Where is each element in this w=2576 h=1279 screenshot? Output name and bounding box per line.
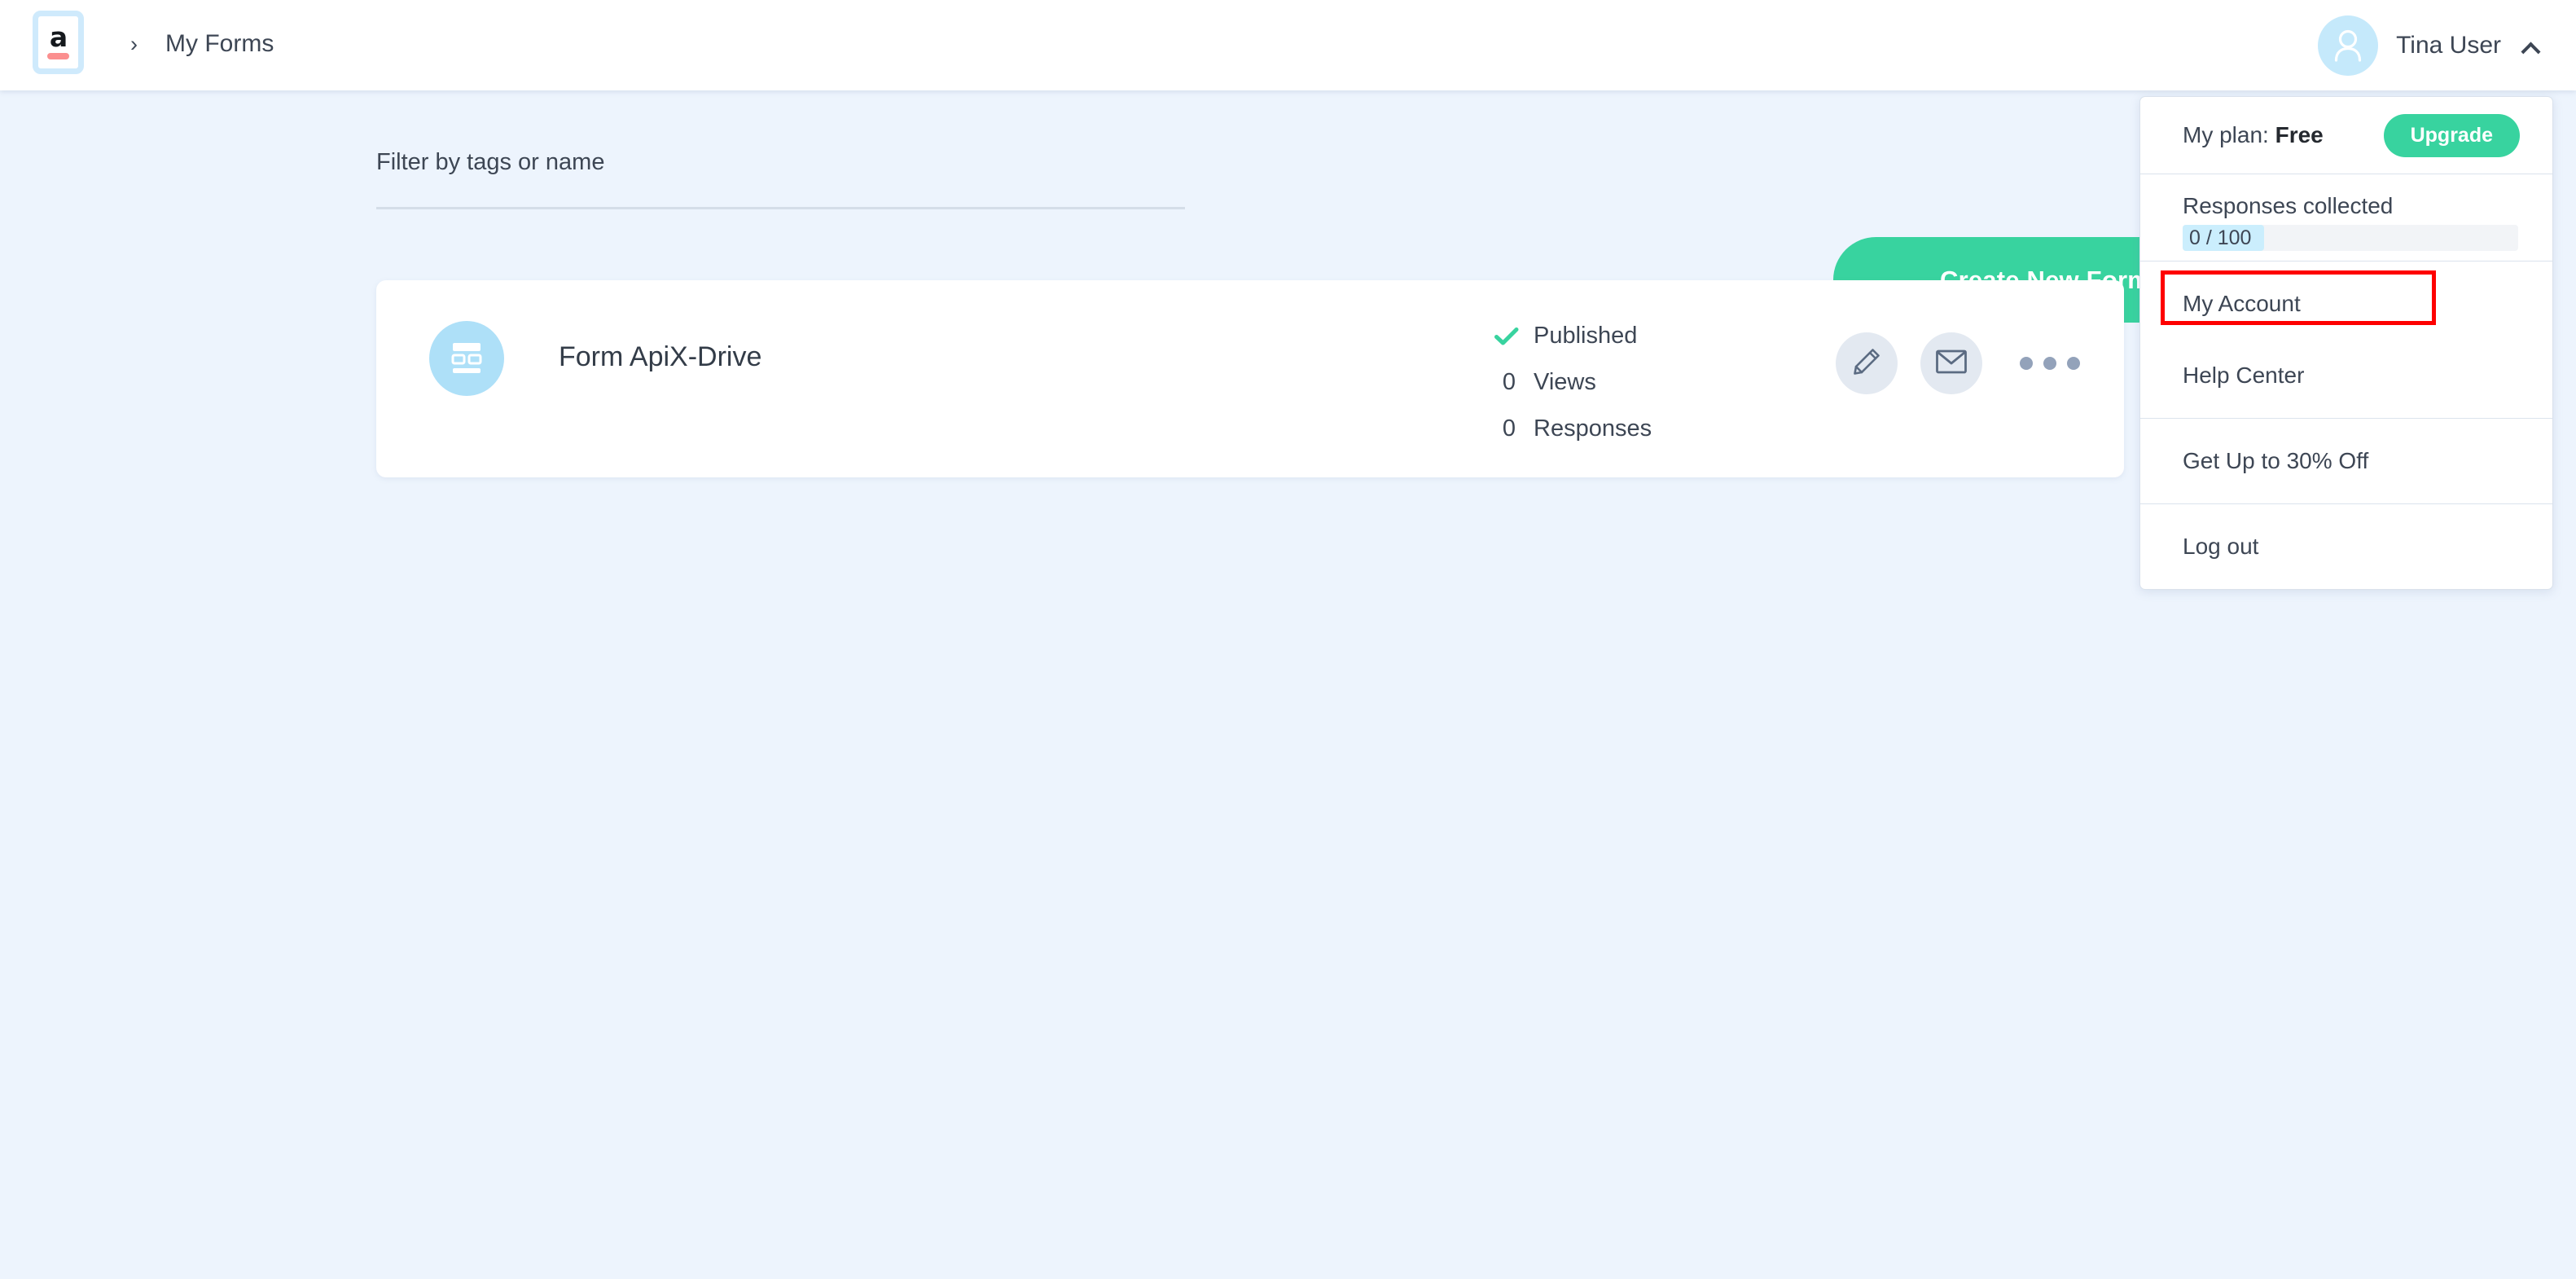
dropdown-promo-section: Get Up to 30% Off xyxy=(2140,425,2552,504)
menu-item-log-out[interactable]: Log out xyxy=(2140,511,2552,582)
ellipsis-icon-dot xyxy=(2020,357,2033,370)
upgrade-button[interactable]: Upgrade xyxy=(2383,113,2520,157)
user-name-label: Tina User xyxy=(2396,32,2501,59)
breadcrumb-title: My Forms xyxy=(165,30,274,57)
dropdown-plan-section: My plan: Free Upgrade xyxy=(2140,97,2552,174)
ellipsis-icon-dot xyxy=(2067,357,2080,370)
ellipsis-icon-dot xyxy=(2043,357,2056,370)
plan-label: My plan: Free xyxy=(2183,122,2324,148)
dropdown-logout-section: Log out xyxy=(2140,511,2552,582)
responses-collected-row: Responses collected 0 / 100 xyxy=(2140,174,2552,261)
responses-progress-text: 0 / 100 xyxy=(2189,226,2252,249)
logo-letter: a xyxy=(49,20,68,53)
edit-form-button[interactable] xyxy=(1836,332,1898,394)
dropdown-responses-section: Responses collected 0 / 100 xyxy=(2140,174,2552,262)
dropdown-account-section: My Account Help Center xyxy=(2140,268,2552,419)
plan-name: Free xyxy=(2275,122,2324,147)
form-stats: Published 0 Views 0 Responses xyxy=(1455,313,1806,452)
filter-underline xyxy=(376,207,1185,209)
user-avatar-icon xyxy=(2318,15,2379,76)
menu-item-help-center[interactable]: Help Center xyxy=(2140,340,2552,411)
breadcrumb-separator-icon: › xyxy=(130,32,138,56)
stat-row-published: Published xyxy=(1455,313,1806,359)
stat-row-views: 0 Views xyxy=(1455,359,1806,406)
responses-collected-label: Responses collected xyxy=(2183,193,2394,218)
logo-underline-bar xyxy=(47,52,69,59)
filter-input[interactable]: Filter by tags or name xyxy=(376,148,1185,176)
menu-item-get-discount[interactable]: Get Up to 30% Off xyxy=(2140,425,2552,497)
form-list-item[interactable]: Form ApiX-Drive Published 0 Views 0 Resp… xyxy=(376,280,2124,477)
more-options-button[interactable] xyxy=(2020,357,2080,370)
check-icon xyxy=(1455,327,1534,346)
form-layout-icon xyxy=(429,321,504,396)
stat-value-responses: 0 xyxy=(1502,415,1516,442)
stat-label-views: Views xyxy=(1534,369,1596,395)
form-actions xyxy=(1836,332,2080,394)
menu-item-my-account[interactable]: My Account xyxy=(2140,268,2552,340)
user-dropdown-menu: My plan: Free Upgrade Responses collecte… xyxy=(2139,96,2553,590)
plan-prefix: My plan: xyxy=(2183,122,2275,147)
stat-label-responses: Responses xyxy=(1534,415,1652,442)
stat-row-responses: 0 Responses xyxy=(1455,406,1806,452)
pencil-icon xyxy=(1851,346,1882,381)
app-header: a › My Forms Tina User xyxy=(0,0,2576,90)
stat-value-views: 0 xyxy=(1502,369,1516,395)
stat-label-published: Published xyxy=(1534,323,1638,349)
apix-logo-icon[interactable]: a xyxy=(33,11,84,74)
plan-row: My plan: Free Upgrade xyxy=(2140,97,2552,174)
envelope-icon xyxy=(1935,349,1968,379)
form-title: Form ApiX-Drive xyxy=(559,341,762,372)
responses-progress-bar: 0 / 100 xyxy=(2183,225,2518,251)
filter-field[interactable]: Filter by tags or name xyxy=(376,148,1185,209)
chevron-up-icon[interactable] xyxy=(2522,41,2540,51)
user-menu-trigger[interactable]: Tina User xyxy=(2318,15,2540,77)
share-email-button[interactable] xyxy=(1920,332,1982,394)
